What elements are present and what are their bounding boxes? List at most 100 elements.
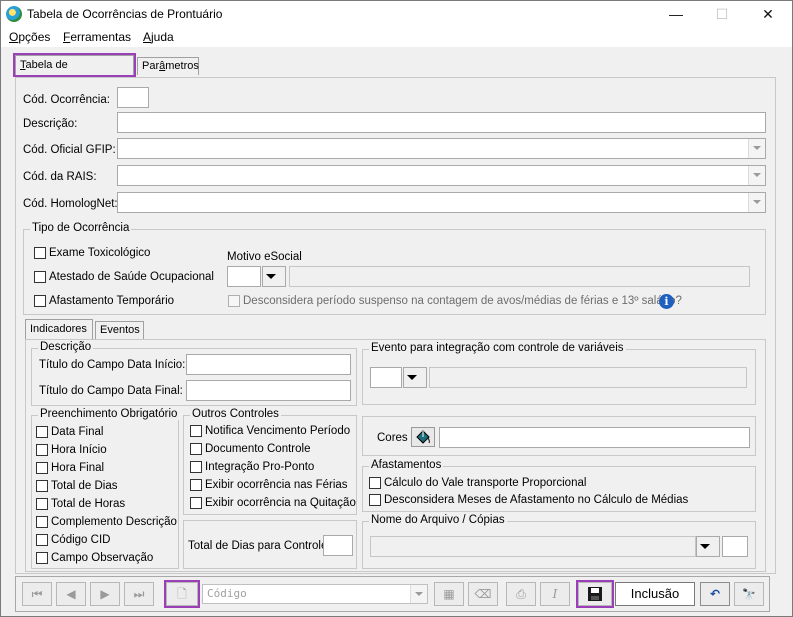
paint-bucket-icon	[416, 430, 430, 444]
atestado-checkbox[interactable]	[34, 271, 46, 283]
gfip-combo[interactable]	[117, 138, 766, 159]
menu-ferramentas[interactable]: Ferramentas	[63, 30, 131, 44]
window-title: Tabela de Ocorrências de Prontuário	[27, 7, 223, 21]
find-button[interactable]: 🔭	[734, 582, 764, 606]
calculator-button[interactable]: ▦	[434, 582, 464, 606]
preenchimento-title: Preenchimento Obrigatório	[38, 408, 180, 420]
chevron-down-icon[interactable]	[748, 139, 765, 158]
prev-record-button[interactable]: ◀	[56, 582, 86, 606]
cores-label: Cores	[377, 432, 408, 444]
list-item-checkbox[interactable]	[36, 444, 48, 456]
bottom-toolbar: ⏮ ◀ ▶ ⏭ 🗋 Código ▦ ⌫ ⎙ I Inclusão ↶ 🔭	[15, 576, 770, 612]
delete-button[interactable]: ⌫	[468, 582, 498, 606]
total-dias-label: Total de Dias para Controle:	[188, 540, 331, 552]
prev-icon: ◀	[66, 587, 76, 601]
exame-label: Exame Toxicológico	[49, 247, 151, 259]
print-button[interactable]: ⎙	[506, 582, 536, 606]
desconsidera-label: Desconsidera período suspenso na contage…	[243, 295, 682, 307]
list-item-checkbox[interactable]	[36, 480, 48, 492]
tab-parametros[interactable]: Parâmetros	[137, 57, 199, 75]
chevron-down-icon[interactable]	[410, 585, 427, 603]
title-bar: Tabela de Ocorrências de Prontuário — ☐ …	[1, 1, 792, 27]
list-item-checkbox[interactable]	[36, 426, 48, 438]
homolognet-combo[interactable]	[117, 192, 766, 213]
list-item-checkbox[interactable]	[190, 461, 202, 473]
cod-ocorrencia-input[interactable]	[117, 87, 149, 108]
list-item-label: Integração Pro-Ponto	[205, 461, 315, 473]
menu-opcoes[interactable]: Opções	[9, 30, 50, 44]
data-final-label: Título do Campo Data Final:	[39, 385, 183, 397]
floppy-disk-icon	[588, 587, 602, 601]
first-record-button[interactable]: ⏮	[22, 582, 52, 606]
close-button[interactable]: ✕	[745, 1, 791, 27]
list-item-checkbox[interactable]	[190, 425, 202, 437]
evento-dropdown-button[interactable]	[403, 367, 427, 388]
list-item-label: Documento Controle	[205, 443, 311, 455]
new-record-button[interactable]: 🗋	[164, 580, 200, 608]
data-inicio-label: Título do Campo Data Início:	[39, 359, 186, 371]
evento-desc-input	[429, 367, 747, 388]
desconsidera-checkbox[interactable]	[228, 295, 240, 307]
afastamentos-title: Afastamentos	[369, 459, 444, 471]
total-dias-input[interactable]	[323, 535, 353, 556]
rais-combo[interactable]	[117, 165, 766, 186]
new-document-icon: 🗋	[177, 587, 187, 601]
copias-input[interactable]	[722, 536, 748, 557]
list-item-label: Exibir ocorrência na Quitação	[205, 497, 356, 509]
info-icon[interactable]: i	[659, 294, 674, 309]
arquivo-dropdown-button[interactable]	[696, 536, 720, 557]
menu-ajuda[interactable]: Ajuda	[143, 30, 174, 44]
arquivo-input	[370, 536, 696, 557]
afastamento-checkbox[interactable]	[34, 295, 46, 307]
maximize-button[interactable]: ☐	[699, 1, 745, 27]
undo-button[interactable]: ↶	[700, 582, 730, 606]
evento-code-input[interactable]	[370, 367, 402, 388]
trash-icon: ⌫	[474, 587, 492, 601]
vale-transporte-checkbox[interactable]	[369, 477, 381, 489]
last-record-button[interactable]: ⏭	[124, 582, 154, 606]
list-item-label: Código CID	[51, 534, 111, 546]
exame-checkbox[interactable]	[34, 247, 46, 259]
data-final-input[interactable]	[186, 380, 351, 401]
list-item-checkbox[interactable]	[190, 443, 202, 455]
next-icon: ▶	[100, 587, 110, 601]
desconsidera-meses-label: Desconsidera Meses de Afastamento no Cál…	[384, 494, 689, 506]
save-button[interactable]	[576, 580, 614, 608]
descricao-input[interactable]	[117, 112, 766, 133]
search-code-combo[interactable]: Código	[202, 584, 428, 604]
edit-button[interactable]: I	[540, 582, 570, 606]
list-item-checkbox[interactable]	[36, 462, 48, 474]
list-item-checkbox[interactable]	[36, 534, 48, 546]
list-item-checkbox[interactable]	[36, 498, 48, 510]
tab-eventos[interactable]: Eventos	[95, 321, 144, 339]
cores-input[interactable]	[439, 427, 750, 448]
menu-bar: Opções Ferramentas Ajuda	[1, 27, 792, 47]
app-window: Tabela de Ocorrências de Prontuário — ☐ …	[0, 0, 793, 617]
list-item-checkbox[interactable]	[36, 552, 48, 564]
arquivo-title: Nome do Arquivo / Cópias	[369, 514, 507, 526]
list-item-checkbox[interactable]	[190, 479, 202, 491]
motivo-code-input[interactable]	[227, 266, 261, 287]
chevron-down-icon	[404, 368, 426, 387]
color-picker-button[interactable]	[411, 427, 435, 447]
evento-group-title: Evento para integração com controle de v…	[369, 342, 626, 354]
list-item-checkbox[interactable]	[190, 497, 202, 509]
list-item-label: Data Final	[51, 426, 104, 438]
calculator-icon: ▦	[443, 587, 455, 601]
rais-label: Cód. da RAIS:	[23, 171, 97, 183]
gfip-label: Cód. Oficial GFIP:	[23, 144, 116, 156]
undo-icon: ↶	[709, 587, 721, 601]
tab-indicadores[interactable]: Indicadores	[25, 319, 93, 339]
data-inicio-input[interactable]	[186, 354, 351, 375]
homolognet-label: Cód. HomologNet:	[23, 198, 118, 210]
motivo-dropdown-button[interactable]	[262, 266, 286, 287]
minimize-button[interactable]: —	[653, 1, 699, 27]
next-record-button[interactable]: ▶	[90, 582, 120, 606]
tab-tabela-ocorrencias[interactable]: Tabela de Ocorrências	[13, 53, 136, 89]
list-item-checkbox[interactable]	[36, 516, 48, 528]
desconsidera-meses-checkbox[interactable]	[369, 494, 381, 506]
chevron-down-icon[interactable]	[748, 193, 765, 212]
chevron-down-icon[interactable]	[748, 166, 765, 185]
descricao-group-title: Descrição	[38, 341, 94, 353]
list-item-label: Hora Início	[51, 444, 107, 456]
